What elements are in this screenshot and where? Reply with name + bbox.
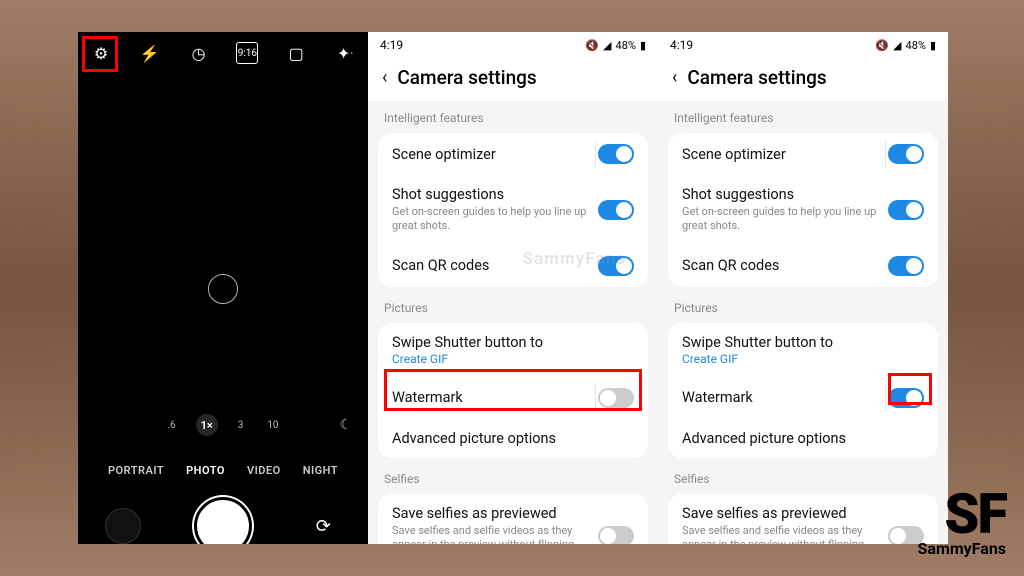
back-icon[interactable]: ‹: [672, 67, 677, 88]
settings-header: ‹ Camera settings: [658, 58, 948, 101]
ratio-icon[interactable]: 9:16: [236, 42, 258, 64]
section-intelligent: Intelligent features: [658, 101, 948, 129]
settings-screen-off: 4:19 🔇 ◢ 48% ▮ ‹ Camera settings Intelli…: [368, 32, 658, 544]
row-scan-qr[interactable]: Scan QR codes: [378, 245, 648, 287]
row-swipe-shutter[interactable]: Swipe Shutter button to Create GIF: [668, 323, 938, 377]
battery-text: 48%: [616, 39, 636, 52]
gear-icon[interactable]: ⚙: [90, 42, 112, 64]
clock: 4:19: [380, 38, 403, 52]
toggle-scene-optimizer[interactable]: [598, 144, 634, 164]
zoom-wide[interactable]: .6: [163, 416, 179, 435]
settings-header: ‹ Camera settings: [368, 58, 658, 101]
battery-icon: ▮: [930, 39, 936, 52]
row-scene-optimizer[interactable]: Scene optimizer: [378, 133, 648, 175]
row-advanced[interactable]: Advanced picture options: [668, 419, 938, 458]
camera-app-screen: ⚙ ⚡ ◷ 9:16 ▢ ✦• .6 1× 3 10 ☾ PORTRAIT PH…: [78, 32, 368, 544]
row-watermark[interactable]: Watermark: [668, 377, 938, 419]
row-shot-suggestions[interactable]: Shot suggestions Get on-screen guides to…: [378, 175, 648, 245]
battery-icon: ▮: [640, 39, 646, 52]
page-title: Camera settings: [397, 66, 536, 89]
card-intelligent: Scene optimizer Shot suggestions Get on-…: [668, 133, 938, 287]
motion-icon[interactable]: ▢: [285, 42, 307, 64]
back-icon[interactable]: ‹: [382, 67, 387, 88]
row-scene-optimizer[interactable]: Scene optimizer: [668, 133, 938, 175]
focus-indicator: [208, 274, 238, 304]
row-advanced[interactable]: Advanced picture options: [378, 419, 648, 458]
section-pictures: Pictures: [658, 291, 948, 319]
status-bar: 4:19 🔇 ◢ 48% ▮: [368, 32, 658, 58]
toggle-scan-qr[interactable]: [598, 256, 634, 276]
night-icon[interactable]: ☾: [339, 417, 352, 433]
row-save-selfies[interactable]: Save selfies as previewed Save selfies a…: [668, 494, 938, 544]
row-save-selfies[interactable]: Save selfies as previewed Save selfies a…: [378, 494, 648, 544]
brand-logo: SF SammyFans: [918, 489, 1006, 558]
mode-night[interactable]: NIGHT: [303, 464, 338, 477]
section-intelligent: Intelligent features: [368, 101, 658, 129]
zoom-1x[interactable]: 1×: [196, 414, 218, 436]
toggle-watermark-off[interactable]: [598, 388, 634, 408]
zoom-controls: .6 1× 3 10 ☾: [78, 414, 368, 436]
flash-icon[interactable]: ⚡: [139, 42, 161, 64]
shutter-button[interactable]: [194, 497, 252, 544]
signal-icon: ◢: [603, 39, 611, 52]
mode-selector[interactable]: PORTRAIT PHOTO VIDEO NIGHT: [78, 464, 368, 477]
card-selfies: Save selfies as previewed Save selfies a…: [668, 494, 938, 544]
card-pictures: Swipe Shutter button to Create GIF Water…: [668, 323, 938, 458]
zoom-3x[interactable]: 3: [234, 416, 248, 435]
mode-video[interactable]: VIDEO: [247, 464, 281, 477]
card-intelligent: Scene optimizer Shot suggestions Get on-…: [378, 133, 648, 287]
section-selfies: Selfies: [368, 462, 658, 490]
mode-photo[interactable]: PHOTO: [186, 464, 225, 477]
status-icons: 🔇 ◢ 48% ▮: [585, 38, 646, 52]
toggle-scene-optimizer[interactable]: [888, 144, 924, 164]
row-shot-suggestions[interactable]: Shot suggestions Get on-screen guides to…: [668, 175, 938, 245]
card-selfies: Save selfies as previewed Save selfies a…: [378, 494, 648, 544]
section-pictures: Pictures: [368, 291, 658, 319]
section-selfies: Selfies: [658, 462, 948, 490]
shutter-row: ⟳: [78, 497, 368, 544]
toggle-scan-qr[interactable]: [888, 256, 924, 276]
settings-screen-on: 4:19 🔇 ◢ 48% ▮ ‹ Camera settings Intelli…: [658, 32, 948, 544]
camera-swap-icon[interactable]: ⟳: [305, 508, 341, 544]
gallery-thumbnail[interactable]: [105, 508, 141, 544]
viewfinder[interactable]: [78, 74, 368, 354]
zoom-10x[interactable]: 10: [263, 416, 282, 435]
mute-icon: 🔇: [585, 39, 599, 52]
toggle-watermark-on[interactable]: [888, 388, 924, 408]
toggle-shot-suggestions[interactable]: [888, 200, 924, 220]
status-bar: 4:19 🔇 ◢ 48% ▮: [658, 32, 948, 58]
row-swipe-shutter[interactable]: Swipe Shutter button to Create GIF: [378, 323, 648, 377]
filters-icon[interactable]: ✦•: [334, 42, 356, 64]
mute-icon: 🔇: [875, 39, 889, 52]
row-watermark[interactable]: Watermark: [378, 377, 648, 419]
signal-icon: ◢: [893, 39, 901, 52]
battery-text: 48%: [906, 39, 926, 52]
card-pictures: Swipe Shutter button to Create GIF Water…: [378, 323, 648, 458]
toggle-save-selfies[interactable]: [598, 526, 634, 544]
clock: 4:19: [670, 38, 693, 52]
mode-portrait[interactable]: PORTRAIT: [108, 464, 164, 477]
timer-icon[interactable]: ◷: [188, 42, 210, 64]
row-scan-qr[interactable]: Scan QR codes: [668, 245, 938, 287]
camera-top-toolbar: ⚙ ⚡ ◷ 9:16 ▢ ✦•: [78, 32, 368, 74]
toggle-shot-suggestions[interactable]: [598, 200, 634, 220]
status-icons: 🔇 ◢ 48% ▮: [875, 38, 936, 52]
page-title: Camera settings: [687, 66, 826, 89]
